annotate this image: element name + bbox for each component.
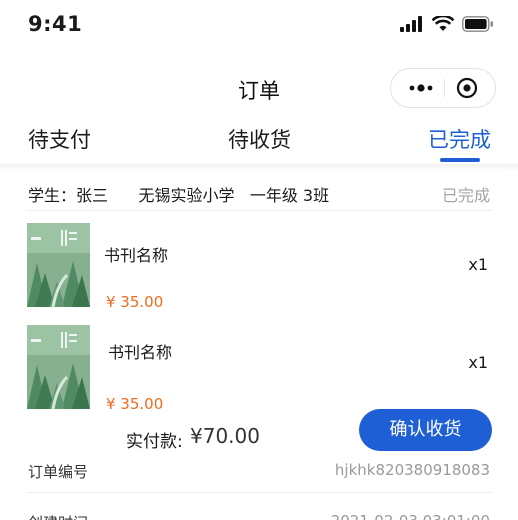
item-name: 书刊名称 (108, 343, 173, 362)
tab-pending-payment[interactable]: 待支付 (28, 124, 91, 154)
book-cover-image (27, 223, 90, 307)
order-card: 学生：张三 无锡实验小学 一年级 3班 已完成 书刊名称 ¥ 35.00 x1 (0, 172, 518, 520)
order-number-label: 订单编号 (28, 463, 89, 481)
wifi-icon (431, 14, 455, 36)
nav-bar: 订单 (0, 62, 518, 114)
item-price: ¥ 35.00 (106, 293, 164, 311)
order-student-info: 学生：张三 无锡实验小学 一年级 3班 (28, 182, 329, 206)
order-number-value: hjkhk820380918083 (334, 461, 490, 479)
more-icon[interactable] (405, 79, 437, 97)
tabs-divider (0, 164, 518, 172)
tab-pending-receipt[interactable]: 待收货 (228, 124, 291, 154)
signal-icon (400, 16, 424, 36)
capsule-divider (444, 79, 445, 97)
confirm-receipt-button[interactable]: 确认收货 (359, 409, 492, 451)
mini-program-capsule (390, 68, 496, 108)
item-name: 书刊名称 (104, 246, 169, 265)
item-price: ¥ 35.00 (106, 395, 164, 413)
item-quantity: x1 (468, 353, 488, 372)
status-bar: 9:41 (0, 0, 518, 54)
close-circle-icon[interactable] (456, 77, 478, 99)
order-tabs: 待支付 待收货 已完成 (0, 118, 518, 164)
created-time-label: 创建时间 (28, 512, 88, 520)
item-quantity: x1 (468, 255, 488, 274)
book-cover-image (27, 325, 90, 409)
divider (26, 210, 492, 211)
total-paid-label: 实付款: (126, 432, 183, 452)
divider (26, 492, 492, 493)
grade-class: 一年级 3班 (249, 186, 330, 205)
status-time: 9:41 (28, 12, 83, 36)
battery-icon (462, 16, 494, 36)
total-paid-value: ¥70.00 (190, 424, 260, 448)
student-name: 学生：张三 (28, 186, 109, 205)
status-icons (400, 14, 494, 36)
order-status-badge: 已完成 (441, 186, 490, 205)
school-name: 无锡实验小学 (138, 186, 235, 205)
active-tab-indicator (440, 158, 480, 162)
tab-completed[interactable]: 已完成 (428, 124, 491, 154)
created-time-value: 2021-02-03 03:01:00 (331, 512, 490, 520)
